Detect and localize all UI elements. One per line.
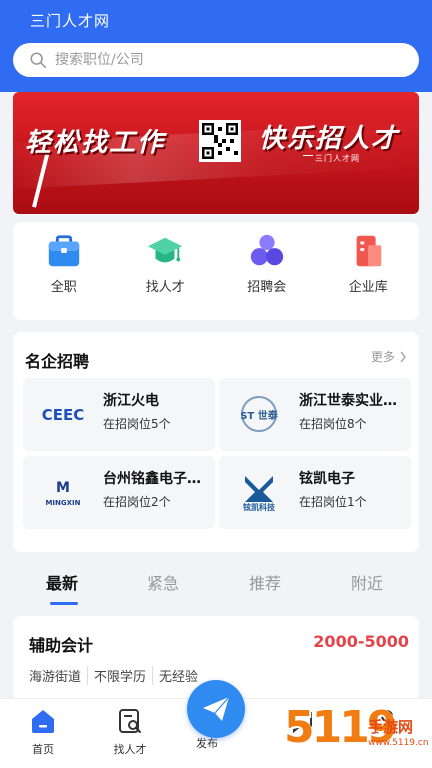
company-logo-shitai: ST 世泰 — [240, 396, 279, 432]
company-card[interactable]: CEEC 浙江火电 在招岗位5个 — [23, 378, 215, 451]
logo-text: 铉凯科技 — [243, 502, 276, 512]
watermark-domain: www.5119.cn — [368, 738, 429, 748]
banner-sub-text: 三门人才网 — [315, 154, 360, 163]
people-icon — [250, 234, 283, 266]
job-tag: 不限学历 — [87, 666, 152, 685]
job-title: 辅助会计 — [29, 636, 94, 655]
search-bar[interactable] — [13, 43, 419, 77]
paper-plane-icon — [203, 696, 230, 721]
logo-text: CEEC — [42, 406, 85, 424]
company-card[interactable]: 铉凯科技 铉凯电子 在招岗位1个 — [219, 456, 411, 529]
quick-link-company-library[interactable]: 企业库 — [328, 232, 408, 320]
famous-companies-section: 名企招聘 更多 CEEC 浙江火电 在招岗位5个 ST 世泰 浙江世泰实业有限公… — [13, 332, 419, 552]
quick-links: 全职 找人才 招聘会 企业库 — [13, 222, 419, 320]
job-tags: 海游街道 不限学历 无经验 — [29, 666, 204, 685]
watermark-logo: 5119 手游网 www.5119.cn — [284, 700, 432, 768]
logo-text: ST 世泰 — [240, 409, 279, 422]
company-name: 浙江火电 — [103, 393, 159, 409]
banner-right-text: 快乐招人才 — [259, 124, 400, 154]
tabbar-home[interactable]: 首页 — [8, 707, 78, 757]
tab-nearby[interactable]: 附近 — [351, 570, 383, 594]
banner-divider — [303, 155, 313, 156]
company-card[interactable]: M MINGXIN 台州铭鑫电子有限公司 在招岗位2个 — [23, 456, 215, 529]
company-jobs: 在招岗位5个 — [103, 417, 171, 431]
quick-link-label: 全职 — [50, 280, 77, 295]
company-name: 铉凯电子 — [299, 471, 355, 487]
graduation-cap-icon — [148, 237, 183, 263]
tab-recommended[interactable]: 推荐 — [249, 570, 281, 594]
tab-urgent[interactable]: 紧急 — [147, 570, 179, 594]
quick-link-fulltime[interactable]: 全职 — [24, 232, 104, 320]
company-name: 浙江世泰实业有限公司 — [299, 393, 407, 409]
svg-text:M: M — [56, 480, 70, 496]
app-title: 三门人才网 — [30, 12, 111, 30]
more-label: 更多 — [370, 350, 395, 364]
more-link[interactable]: 更多 — [371, 348, 407, 365]
company-jobs: 在招岗位2个 — [103, 495, 171, 509]
quick-link-find-talent[interactable]: 找人才 — [125, 232, 205, 320]
qr-code-icon — [199, 120, 241, 162]
quick-link-job-fair[interactable]: 招聘会 — [227, 232, 307, 320]
company-logo-xuankai: 铉凯科技 — [243, 476, 276, 512]
search-input[interactable] — [55, 52, 355, 68]
quick-link-label: 企业库 — [348, 280, 388, 295]
briefcase-icon — [48, 235, 79, 267]
company-jobs: 在招岗位1个 — [299, 495, 367, 509]
job-salary: 2000-5000 — [313, 632, 409, 651]
company-jobs: 在招岗位8个 — [299, 417, 367, 431]
promo-banner[interactable]: 轻松找工作 快乐招人才 三门人才网 — [13, 92, 419, 214]
job-tag: 海游街道 — [29, 670, 82, 685]
tabbar-find-talent[interactable]: 找人才 — [95, 707, 165, 757]
publish-label: 发布 — [196, 737, 218, 750]
search-icon — [30, 52, 47, 69]
tabbar-label: 首页 — [32, 743, 54, 756]
company-logo-mingxin: M MINGXIN — [45, 480, 80, 507]
active-tab-indicator — [50, 602, 78, 605]
section-title: 名企招聘 — [25, 352, 90, 371]
company-logo-ceec: CEEC — [42, 406, 85, 424]
resume-search-icon — [119, 709, 141, 733]
company-card[interactable]: ST 世泰 浙江世泰实业有限公司 在招岗位8个 — [219, 378, 411, 451]
publish-button[interactable] — [187, 680, 245, 738]
home-icon — [32, 710, 54, 733]
chevron-right-icon — [400, 351, 406, 362]
app-header: 三门人才网 — [0, 0, 432, 92]
quick-link-label: 招聘会 — [247, 280, 287, 295]
tabbar-label: 找人才 — [113, 743, 147, 756]
building-icon — [356, 235, 382, 267]
job-tag: 无经验 — [152, 666, 204, 685]
watermark-text: 手游网 — [368, 718, 414, 736]
quick-link-label: 找人才 — [145, 280, 185, 295]
tab-latest[interactable]: 最新 — [46, 570, 78, 594]
job-tabs: 最新 紧急 推荐 附近 — [13, 562, 419, 606]
company-name: 台州铭鑫电子有限公司 — [103, 471, 211, 487]
logo-text: MINGXIN — [45, 499, 80, 507]
banner-left-text: 轻松找工作 — [25, 128, 166, 158]
